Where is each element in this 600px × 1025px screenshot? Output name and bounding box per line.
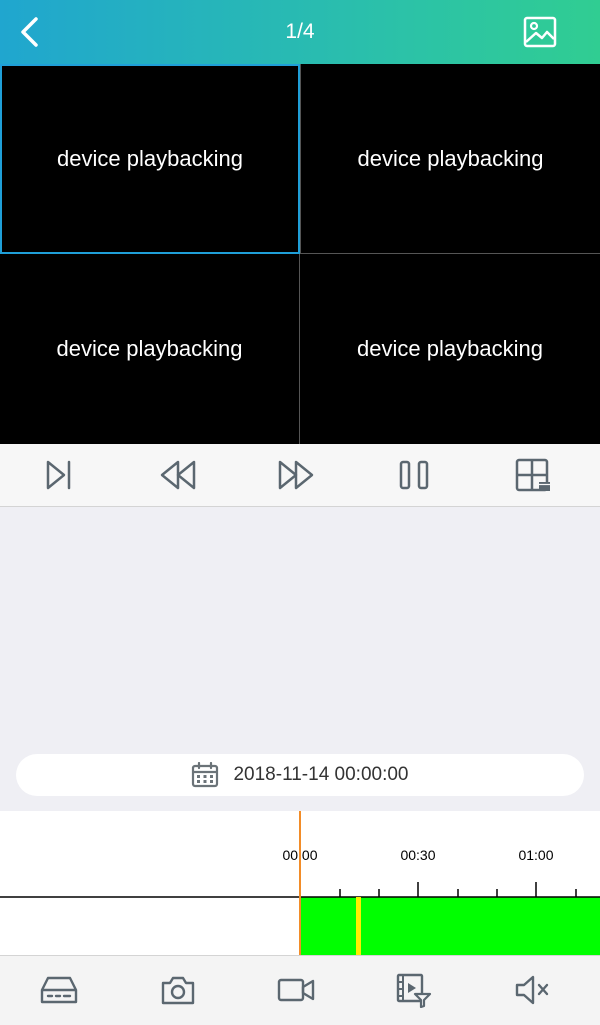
play-next-frame-button[interactable]	[37, 454, 81, 496]
timeline-ticks	[339, 882, 577, 897]
record-button[interactable]	[274, 968, 318, 1012]
top-bar: 1/4	[0, 0, 600, 64]
camera-icon	[161, 976, 195, 1005]
video-cell-1[interactable]: device playbacking	[0, 64, 300, 254]
calendar-icon	[192, 762, 219, 788]
pause-icon	[399, 460, 429, 490]
video-status-text: device playbacking	[357, 336, 543, 361]
video-status-text: device playbacking	[57, 146, 243, 171]
snapshot-button[interactable]	[156, 968, 200, 1012]
video-camera-icon	[277, 978, 315, 1002]
speaker-muted-icon	[515, 975, 549, 1005]
recording-segment	[300, 897, 600, 955]
playback-controls	[0, 444, 600, 507]
video-cell-2[interactable]: device playbacking	[300, 64, 600, 254]
fast-forward-button[interactable]	[274, 454, 318, 496]
video-filter-icon	[396, 973, 432, 1008]
video-status-text: device playbacking	[56, 336, 243, 361]
timeline-canvas[interactable]: 00:00 00:30 01:00	[0, 811, 600, 955]
rewind-icon	[160, 460, 196, 490]
timeline-event-marker	[356, 897, 361, 955]
pause-button[interactable]	[392, 454, 436, 496]
bottom-toolbar	[0, 955, 600, 1025]
date-picker[interactable]: 2018-11-14 00:00:00	[16, 754, 584, 796]
fast-forward-icon	[278, 460, 314, 490]
device-button[interactable]	[37, 968, 81, 1012]
chevron-left-icon	[21, 17, 38, 47]
image-gallery-icon	[523, 16, 557, 48]
gallery-button[interactable]	[520, 12, 560, 52]
layout-switch-button[interactable]	[511, 454, 555, 496]
video-cell-3[interactable]: device playbacking	[0, 254, 300, 444]
page-title: 1/4	[285, 20, 315, 43]
timeline-label: 00:30	[400, 847, 435, 863]
video-cell-4[interactable]: device playbacking	[300, 254, 600, 444]
timeline-label: 01:00	[518, 847, 553, 863]
dvr-icon	[40, 976, 78, 1004]
back-button[interactable]	[10, 12, 50, 52]
rewind-button[interactable]	[156, 454, 200, 496]
video-filter-button[interactable]	[392, 968, 436, 1012]
selected-date-text: 2018-11-14 00:00:00	[233, 764, 409, 785]
playback-timeline[interactable]: 00:00 00:30 01:00	[0, 811, 600, 955]
video-grid: device playbacking device playbacking de…	[0, 64, 600, 444]
skip-frame-icon	[46, 460, 71, 490]
mute-button[interactable]	[511, 968, 555, 1012]
grid-layout-icon	[515, 458, 550, 492]
video-status-text: device playbacking	[357, 145, 544, 171]
